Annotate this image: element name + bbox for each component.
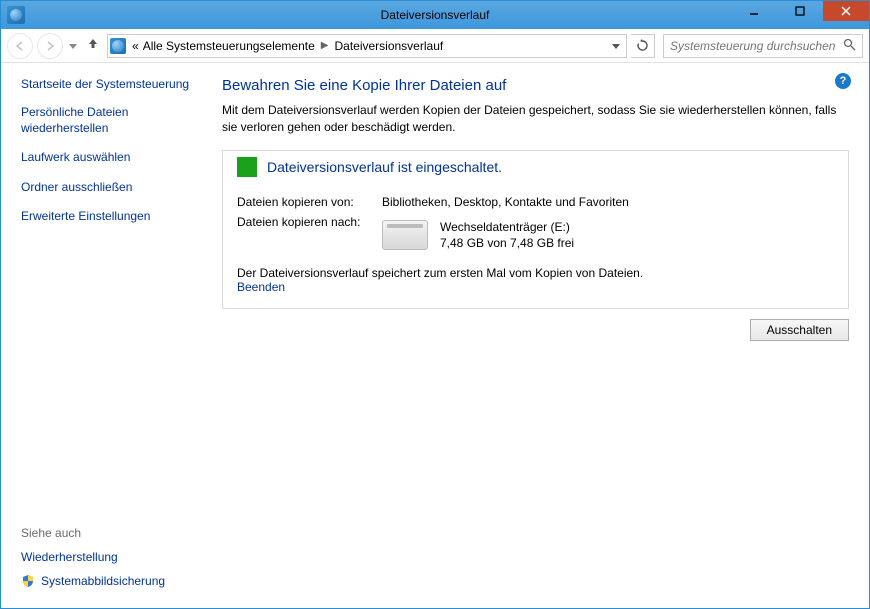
status-indicator-icon [237,157,257,177]
sidebar-link-restore[interactable]: Persönliche Dateien wiederherstellen [21,105,181,136]
control-panel-home-link[interactable]: Startseite der Systemsteuerung [21,77,216,91]
breadcrumb-prefix[interactable]: « [132,39,139,53]
sidebar-link-exclude-folders[interactable]: Ordner ausschließen [21,180,181,196]
forward-button[interactable] [37,33,63,59]
breadcrumb-item[interactable]: Alle Systemsteuerungselemente [143,39,315,53]
search-box[interactable] [663,34,863,58]
maximize-button[interactable] [777,1,823,21]
status-text: Dateiversionsverlauf ist eingeschaltet. [267,159,502,175]
copy-to-label: Dateien kopieren nach: [237,215,382,253]
control-panel-icon [110,38,126,54]
close-button[interactable] [823,1,869,21]
search-input[interactable] [670,39,843,53]
navigation-bar: « Alle Systemsteuerungselemente ▶ Dateiv… [1,29,869,63]
back-button[interactable] [7,33,33,59]
status-panel: Dateiversionsverlauf ist eingeschaltet. … [222,150,849,310]
page-description: Mit dem Dateiversionsverlauf werden Kopi… [222,102,849,136]
sidebar: Startseite der Systemsteuerung Persönlic… [21,77,216,598]
turn-off-button[interactable]: Ausschalten [750,319,849,341]
sidebar-link-system-image[interactable]: Systemabbildsicherung [21,574,216,588]
page-title: Bewahren Sie eine Kopie Ihrer Dateien au… [222,77,849,94]
drive-name: Wechseldatenträger (E:) [440,219,574,236]
address-bar[interactable]: « Alle Systemsteuerungselemente ▶ Dateiv… [107,34,627,58]
app-icon [7,6,25,24]
sidebar-link-advanced[interactable]: Erweiterte Einstellungen [21,209,181,225]
saving-message: Der Dateiversionsverlauf speichert zum e… [237,266,643,280]
help-icon[interactable]: ? [835,73,851,89]
copy-from-label: Dateien kopieren von: [237,195,382,209]
drive-space: 7,48 GB von 7,48 GB frei [440,235,574,252]
main-content: Bewahren Sie eine Kopie Ihrer Dateien au… [216,77,849,598]
sidebar-link-recovery[interactable]: Wiederherstellung [21,550,216,564]
history-dropdown-button[interactable] [67,37,79,55]
breadcrumb-item[interactable]: Dateiversionsverlauf [334,39,443,53]
see-also-label: Siehe auch [21,526,216,540]
titlebar[interactable]: Dateiversionsverlauf [1,1,869,29]
window-title: Dateiversionsverlauf [381,8,490,22]
chevron-right-icon[interactable]: ▶ [319,40,331,51]
minimize-button[interactable] [731,1,777,21]
hard-drive-icon [382,220,428,250]
copy-from-value: Bibliotheken, Desktop, Kontakte und Favo… [382,195,834,209]
refresh-button[interactable] [631,34,655,58]
address-dropdown-button[interactable] [608,39,624,53]
search-icon[interactable] [843,38,856,54]
shield-icon [21,574,35,588]
stop-link[interactable]: Beenden [237,280,285,294]
sidebar-link-select-drive[interactable]: Laufwerk auswählen [21,150,181,166]
up-button[interactable] [83,36,103,55]
